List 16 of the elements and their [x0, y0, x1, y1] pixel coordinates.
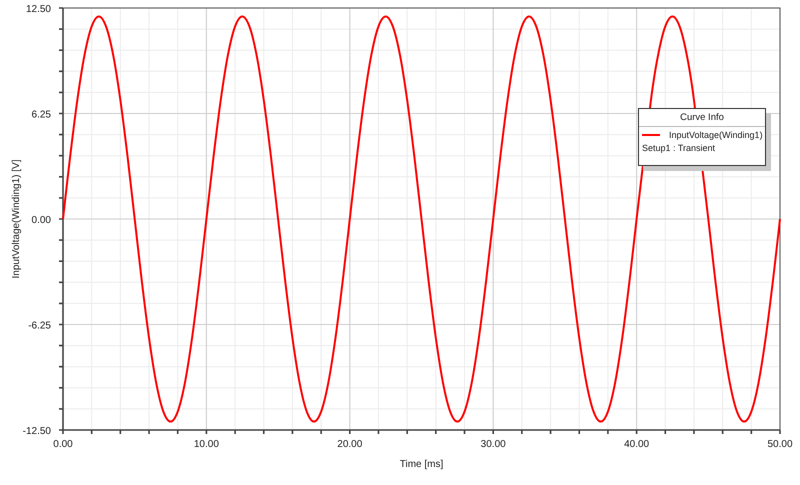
x-tick-label: 0.00: [53, 439, 73, 450]
legend-label: InputVoltage(Winding1): [669, 130, 763, 140]
x-tick-label: 20.00: [337, 439, 362, 450]
x-tick-label: 10.00: [194, 439, 219, 450]
legend-note: Setup1 : Transient: [641, 142, 716, 155]
y-tick-label: 6.25: [32, 110, 51, 120]
x-axis-title: Time [ms]: [400, 459, 444, 470]
y-tick-label: -12.50: [22, 426, 51, 437]
y-tick-label: -6.25: [28, 320, 51, 332]
x-tick-label: 30.00: [480, 439, 506, 450]
y-tick-label: 0.00: [32, 215, 51, 226]
y-tick-label: 12.50: [26, 4, 51, 15]
x-tick-label: 50.00: [767, 439, 793, 450]
x-tick-label: 40.00: [624, 439, 650, 450]
legend-title: Curve Info: [639, 109, 765, 127]
y-axis-title: InputVoltage(Winding1) [V]: [11, 160, 22, 278]
